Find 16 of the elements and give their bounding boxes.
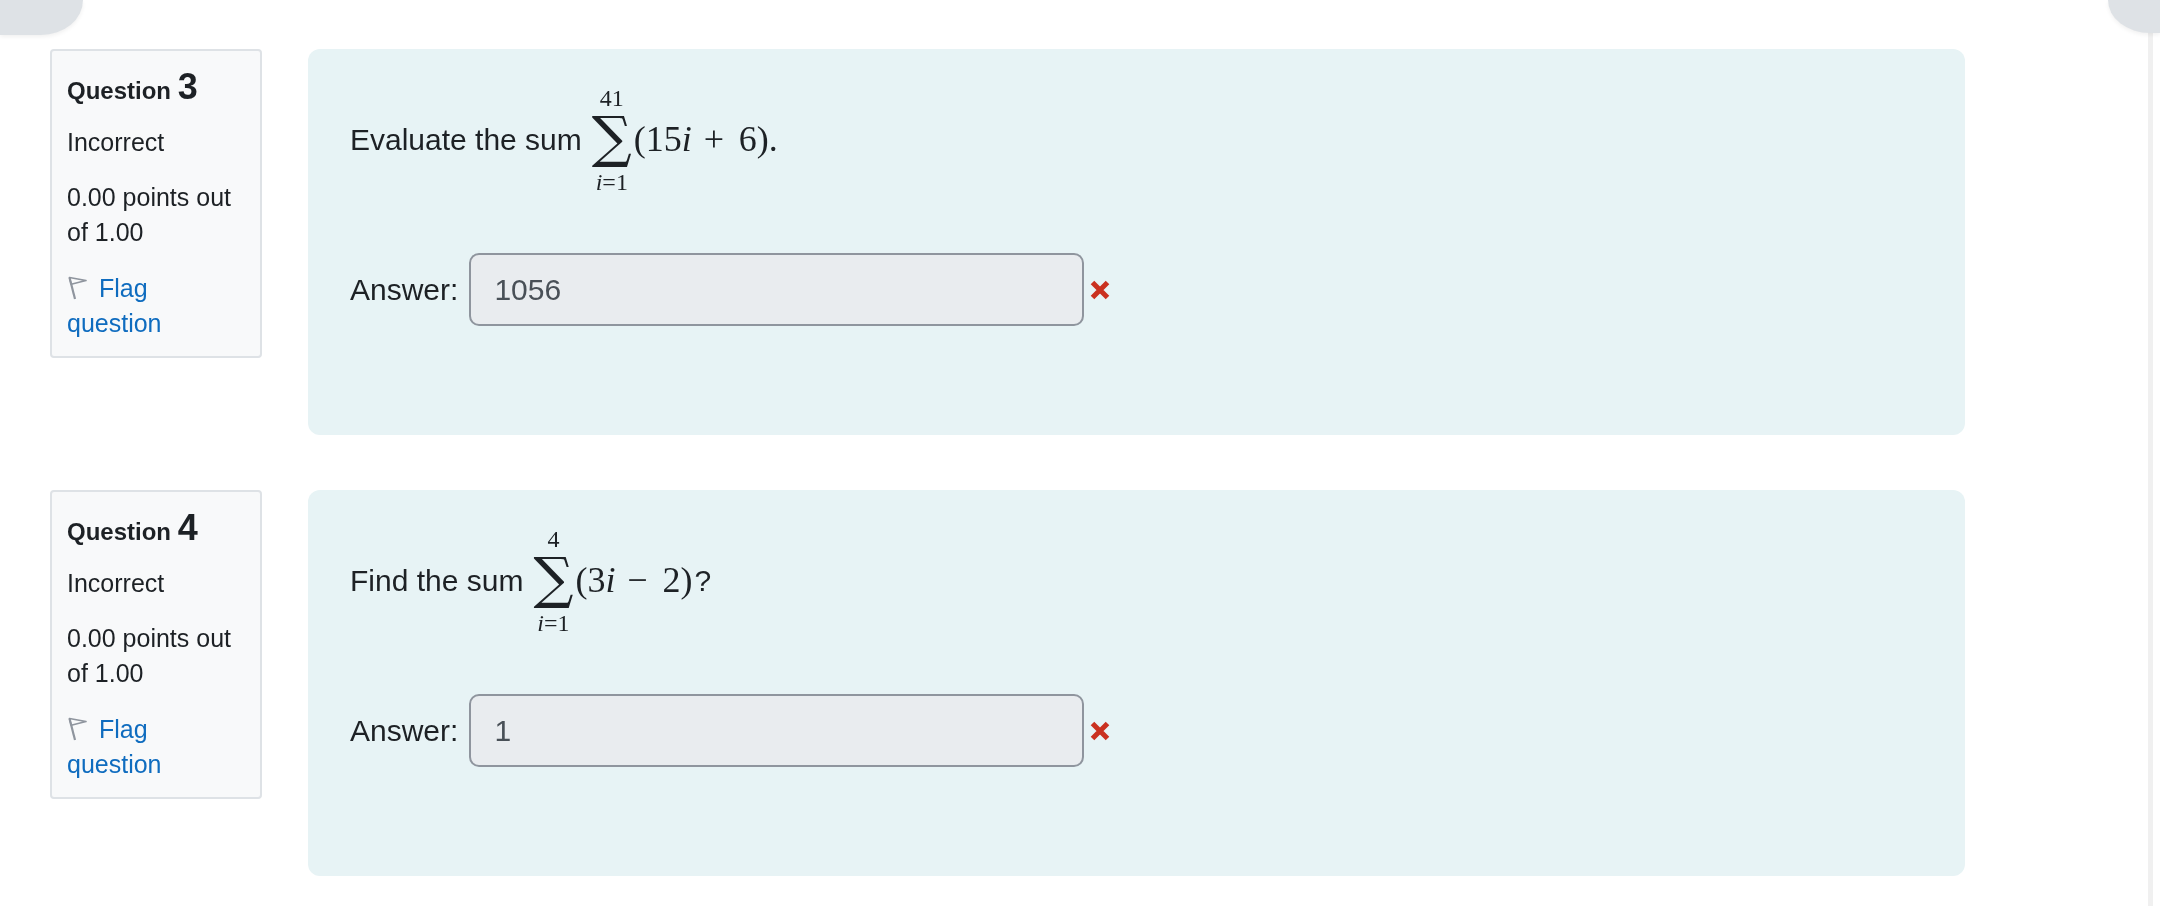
answer-label: Answer: <box>350 713 459 748</box>
answer-label: Answer: <box>350 272 459 307</box>
question-number-heading: Question 3 <box>67 65 199 109</box>
answer-field[interactable]: 1056 <box>469 253 1085 326</box>
question-grade: 0.00 points out of 1.00 <box>67 182 232 248</box>
question-grade: 0.00 points out of 1.00 <box>67 623 232 689</box>
corner-button[interactable] <box>0 0 83 35</box>
question-status: Incorrect <box>67 568 166 599</box>
question-text: Find the sum 4 ∑ i=1 (3i − 2)? <box>350 526 712 636</box>
flag-question-link[interactable]: Flag question <box>67 712 245 782</box>
question-number-heading: Question 4 <box>67 506 199 550</box>
corner-button[interactable] <box>2108 0 2160 33</box>
question-status: Incorrect <box>67 127 166 158</box>
question-text: Evaluate the sum 41 ∑ i=1 (15i + 6). <box>350 85 778 195</box>
answer-field[interactable]: 1 <box>469 694 1085 767</box>
flag-question-link[interactable]: Flag question <box>67 271 245 341</box>
